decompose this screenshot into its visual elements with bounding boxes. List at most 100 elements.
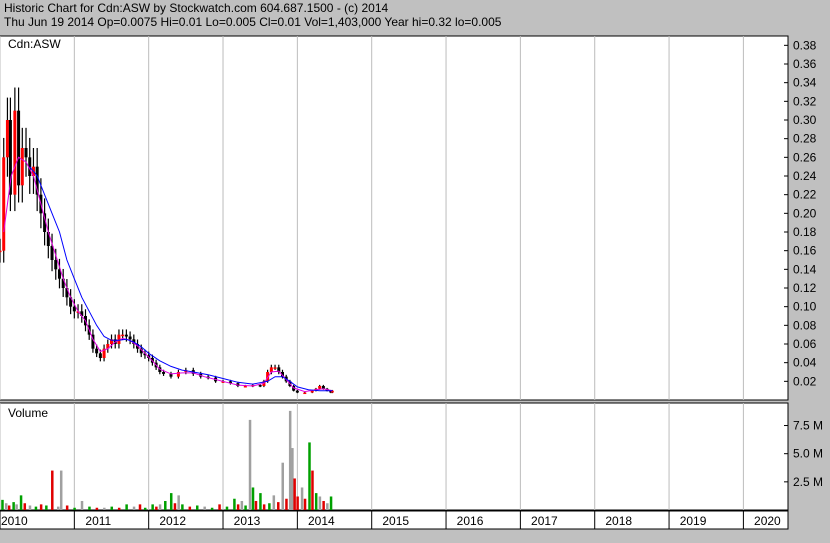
volume-y-tick-label: 5.0 M	[793, 447, 823, 461]
volume-bar	[56, 506, 60, 510]
x-tick-label: 2014	[308, 514, 335, 528]
price-y-tick-label: 0.38	[793, 38, 817, 52]
volume-bar	[291, 448, 294, 510]
volume-bar	[177, 495, 180, 510]
price-candle	[243, 386, 247, 388]
volume-bar	[285, 498, 288, 510]
volume-bar	[244, 505, 247, 510]
volume-bar	[268, 503, 271, 510]
volume-bar	[225, 506, 229, 510]
x-tick-label: 2017	[531, 514, 558, 528]
volume-bar	[169, 493, 173, 510]
x-tick-label: 2012	[159, 514, 186, 528]
volume-panel-label: Volume	[8, 406, 48, 420]
price-candle	[258, 385, 262, 387]
x-tick-label: 2019	[680, 514, 707, 528]
x-tick-label: 2011	[85, 514, 111, 528]
price-y-tick-label: 0.24	[793, 169, 817, 183]
price-candle	[318, 386, 322, 389]
volume-bar	[236, 504, 240, 510]
volume-bar	[132, 506, 136, 510]
volume-bar	[158, 504, 162, 510]
volume-bar	[277, 502, 280, 510]
x-tick-label: 2013	[234, 514, 261, 528]
price-y-tick-label: 0.34	[793, 76, 817, 90]
volume-bar	[138, 504, 142, 510]
price-y-tick-label: 0.18	[793, 225, 817, 239]
volume-bar	[151, 504, 154, 510]
price-candle	[273, 367, 277, 369]
price-y-tick-label: 0.28	[793, 132, 817, 146]
volume-bar	[19, 495, 23, 510]
volume-bar	[203, 506, 206, 510]
volume-bar	[329, 496, 333, 510]
price-y-tick-label: 0.20	[793, 206, 817, 220]
volume-plot-area	[0, 402, 789, 511]
price-candle	[128, 336, 132, 340]
volume-panel: Volume 2.5 M 5.0 M 7.5 M	[0, 402, 823, 511]
volume-bar	[45, 505, 48, 510]
volume-bar	[15, 504, 18, 510]
volume-bar	[125, 504, 128, 510]
price-candle	[295, 390, 299, 393]
x-tick-label: 2015	[382, 514, 409, 528]
volume-bar	[293, 478, 296, 510]
price-y-tick-label: 0.04	[793, 356, 817, 370]
price-y-tick-label: 0.08	[793, 318, 817, 332]
volume-bar	[59, 470, 63, 510]
volume-bar	[23, 503, 27, 510]
x-tick-label: 2016	[457, 514, 484, 528]
volume-bar	[117, 507, 121, 510]
volume-bar	[326, 503, 329, 510]
price-candle	[124, 334, 128, 337]
volume-bar	[322, 500, 325, 510]
volume-bar	[34, 506, 38, 510]
volume-bar	[73, 507, 76, 510]
volume-bar	[272, 495, 276, 510]
price-y-tick-label: 0.10	[793, 300, 817, 314]
price-panel: Cdn:ASW 0.02 0.04 0.06 0.08 0.10 0.12 0.14 0.16…	[0, 35, 817, 401]
price-candle	[20, 148, 24, 186]
volume-bar	[218, 504, 221, 510]
volume-bar	[7, 505, 11, 510]
price-y-tick-label: 0.30	[793, 113, 817, 127]
volume-bar	[308, 442, 311, 510]
price-candle	[5, 120, 9, 158]
volume-bar	[188, 506, 192, 510]
volume-bar	[143, 507, 147, 510]
volume-y-tick-label: 2.5 M	[793, 475, 823, 489]
volume-bar	[248, 419, 252, 510]
stock-chart: Cdn:ASW 0.02 0.04 0.06 0.08 0.10 0.12 0.14 0.16…	[0, 35, 823, 530]
volume-bar	[281, 462, 284, 510]
price-y-tick-label: 0.12	[793, 281, 817, 295]
price-y-tick-label: 0.14	[793, 262, 817, 276]
price-y-tick-label: 0.32	[793, 94, 817, 108]
volume-bar	[251, 487, 255, 510]
price-candle	[0, 250, 2, 253]
volume-bar	[262, 504, 266, 510]
volume-y-tick-label: 7.5 M	[793, 419, 823, 433]
x-tick-label: 2010	[1, 514, 28, 528]
volume-bar	[254, 500, 258, 510]
volume-bar	[311, 470, 314, 510]
price-y-tick-label: 0.26	[793, 150, 817, 164]
volume-bar	[303, 498, 307, 510]
volume-bar	[65, 505, 69, 510]
volume-bar	[296, 496, 299, 510]
volume-bar	[12, 502, 15, 510]
price-candle	[13, 110, 17, 195]
volume-bar	[4, 503, 8, 510]
volume-bar	[110, 506, 114, 510]
price-y-tick-label: 0.36	[793, 57, 817, 71]
x-tick-label: 2020	[754, 514, 781, 528]
price-y-axis: 0.02 0.04 0.06 0.08 0.10 0.12 0.14 0.16 0.18 0.20…	[784, 38, 817, 388]
price-y-tick-label: 0.22	[793, 188, 817, 202]
volume-bar	[80, 500, 84, 510]
price-candle	[121, 334, 125, 337]
price-y-tick-label: 0.06	[793, 337, 817, 351]
price-candle	[54, 260, 58, 270]
volume-bar	[51, 470, 54, 510]
volume-bar	[259, 493, 262, 510]
price-candle	[303, 392, 307, 395]
price-candle	[269, 367, 273, 372]
